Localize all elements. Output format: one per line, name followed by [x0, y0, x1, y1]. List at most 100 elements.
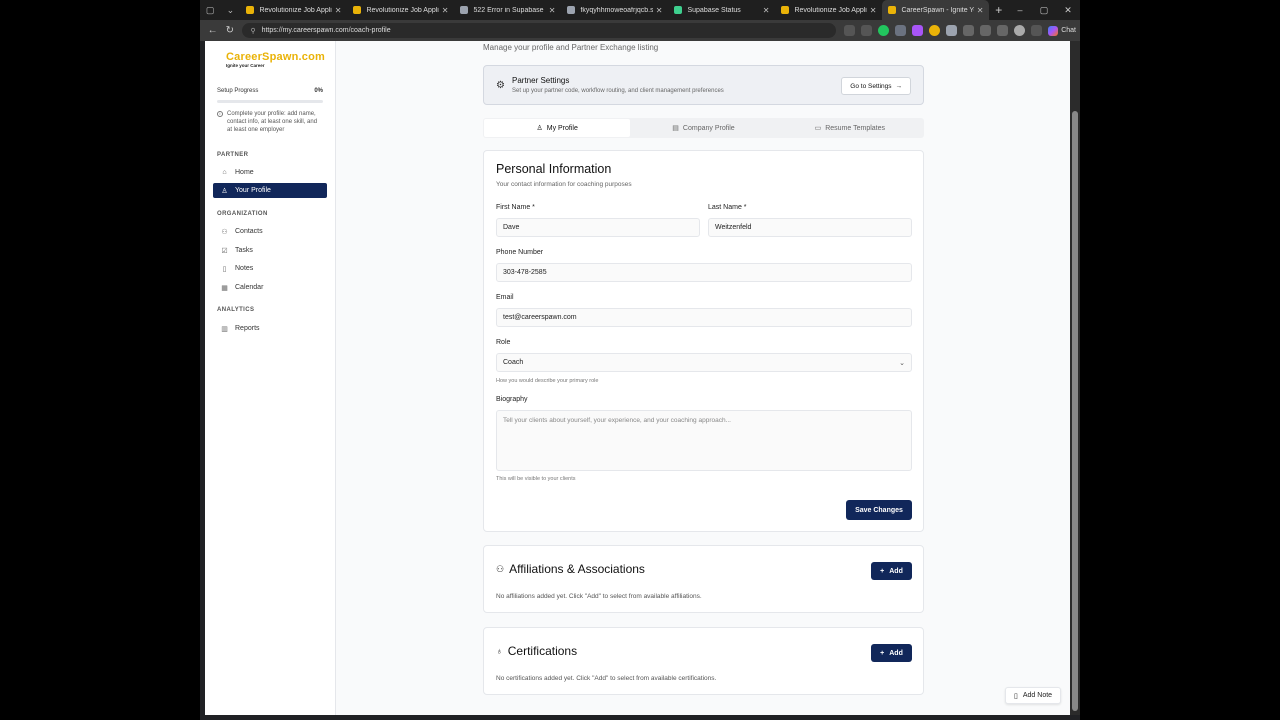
tab-title: CareerSpawn - Ignite Your S — [901, 6, 974, 14]
section-label-organization: ORGANIZATION — [217, 211, 268, 217]
browser-tab[interactable]: 522 Error in Supabase ✕ — [454, 0, 561, 20]
scrollbar-thumb[interactable] — [1072, 111, 1078, 711]
note-icon: ▯ — [1014, 692, 1018, 700]
users-icon: ⚇ — [221, 228, 228, 236]
tab-title: Revolutionize Job Applicatio — [366, 6, 439, 14]
close-tab-icon[interactable]: ✕ — [763, 6, 770, 15]
browser-tab[interactable]: Supabase Status ✕ — [668, 0, 775, 20]
last-name-field[interactable]: Weitzenfeld — [708, 218, 912, 237]
avatar[interactable] — [1014, 25, 1026, 36]
collections-icon[interactable] — [997, 25, 1009, 36]
building-icon: ▤ — [672, 125, 679, 132]
gear-icon: ⚙ — [496, 80, 505, 91]
page-viewport: CareerSpawn.com Ignite your Career Setup… — [205, 41, 1070, 715]
address-bar[interactable]: ⚲ https://my.careerspawn.com/coach-profi… — [242, 23, 837, 38]
biography-textarea[interactable]: Tell your clients about yourself, your e… — [496, 410, 912, 471]
arrow-right-icon: → — [895, 82, 903, 90]
first-name-field[interactable]: Dave — [496, 218, 700, 237]
section-label-partner: PARTNER — [217, 152, 249, 158]
sidebar-item-reports[interactable]: ▥ Reports — [213, 321, 327, 336]
users-icon: ⚇ — [496, 563, 505, 574]
affiliations-card: ⚇ Affiliations & Associations + Add No a… — [483, 545, 924, 613]
close-tab-icon[interactable]: ✕ — [549, 6, 556, 15]
extension-icon[interactable] — [878, 25, 890, 36]
favicon-icon — [567, 6, 576, 14]
tab-search-chevron-icon[interactable]: ⌄ — [220, 0, 240, 20]
window-controls: – ▢ ✕ — [1008, 5, 1080, 16]
browser-tab[interactable]: CareerSpawn - Ignite Your S✕ — [882, 0, 990, 20]
tab-title: 522 Error in Supabase — [473, 6, 544, 14]
browser-tab[interactable]: Revolutionize Job Applicatio✕ — [347, 0, 454, 20]
sidebar: CareerSpawn.com Ignite your Career Setup… — [205, 41, 336, 715]
tab-title: Revolutionize Job Applicatio — [794, 6, 867, 14]
favicon-icon — [460, 6, 469, 14]
minimize-icon[interactable]: – — [1008, 5, 1032, 16]
biography-help: This will be visible to your clients — [496, 476, 576, 482]
phone-field[interactable]: 303-478-2585 — [496, 263, 912, 282]
award-icon: ♁ — [496, 646, 503, 656]
sidebar-item-tasks[interactable]: ☑ Tasks — [213, 243, 327, 258]
close-tab-icon[interactable]: ✕ — [977, 6, 984, 15]
close-tab-icon[interactable]: ✕ — [656, 6, 663, 15]
favorites-icon[interactable] — [980, 25, 992, 36]
maximize-icon[interactable]: ▢ — [1032, 5, 1056, 16]
close-tab-icon[interactable]: ✕ — [442, 6, 449, 15]
profile-tabs: ♙ My Profile ▤ Company Profile ▭ Resume … — [483, 118, 924, 138]
add-affiliation-button[interactable]: + Add — [871, 562, 912, 580]
browser-tab[interactable]: Revolutionize Job Applicatio✕ — [240, 0, 347, 20]
biography-label: Biography — [496, 396, 528, 403]
extension-icon[interactable] — [929, 25, 941, 36]
extension-icon[interactable] — [895, 25, 907, 36]
page-subtitle: Manage your profile and Partner Exchange… — [483, 43, 659, 52]
close-tab-icon[interactable]: ✕ — [870, 6, 877, 15]
partner-settings-description: Set up your partner code, workflow routi… — [512, 88, 724, 94]
browser-tab[interactable]: Revolutionize Job Applicatio✕ — [775, 0, 882, 20]
browser-tab[interactable]: fkyqyhhmoweoafrjqcb.supa✕ — [561, 0, 668, 20]
add-note-button[interactable]: ▯ Add Note — [1005, 687, 1062, 704]
info-icon: i — [217, 111, 223, 117]
sync-icon[interactable] — [963, 25, 975, 36]
tab-my-profile[interactable]: ♙ My Profile — [484, 119, 631, 137]
site-info-icon[interactable]: ⚲ — [250, 27, 255, 35]
tab-strip: ▢ ⌄ Revolutionize Job Applicatio✕Revolut… — [200, 0, 1080, 20]
sidebar-item-contacts[interactable]: ⚇ Contacts — [213, 224, 327, 239]
favicon-icon — [888, 6, 897, 14]
tab-title: Supabase Status — [687, 6, 741, 14]
extension-icon[interactable] — [946, 25, 958, 36]
more-menu-icon[interactable] — [1031, 25, 1043, 36]
tab-actions-icon[interactable]: ▢ — [200, 0, 220, 20]
sidebar-item-home[interactable]: ⌂ Home — [213, 165, 327, 180]
key-icon[interactable] — [844, 25, 856, 36]
logo[interactable]: CareerSpawn.com Ignite your Career — [226, 51, 325, 68]
email-field[interactable]: test@careerspawn.com — [496, 308, 912, 327]
bar-chart-icon: ▥ — [221, 325, 228, 333]
certifications-empty: No certifications added yet. Click "Add"… — [496, 675, 717, 682]
chat-button[interactable]: Chat — [1048, 25, 1076, 36]
star-icon[interactable] — [861, 25, 873, 36]
partner-settings-card: ⚙ Partner Settings Set up your partner c… — [483, 65, 924, 105]
tab-resume-templates[interactable]: ▭ Resume Templates — [777, 119, 923, 137]
personal-info-subtitle: Your contact information for coaching pu… — [496, 181, 632, 188]
home-icon: ⌂ — [222, 169, 227, 176]
affiliations-empty: No affiliations added yet. Click "Add" t… — [496, 593, 702, 600]
sidebar-item-profile[interactable]: ♙ Your Profile — [213, 183, 327, 198]
back-icon[interactable]: ← — [204, 25, 221, 36]
sidebar-item-calendar[interactable]: ▦ Calendar — [213, 280, 327, 295]
setup-progress: Setup Progress 0% i Complete your profil… — [217, 88, 323, 134]
save-changes-button[interactable]: Save Changes — [846, 500, 912, 520]
add-certification-button[interactable]: + Add — [871, 644, 912, 662]
new-tab-button[interactable]: + — [989, 3, 1008, 17]
sidebar-item-notes[interactable]: ▯ Notes — [213, 261, 327, 276]
certifications-heading: ♁ Certifications — [496, 644, 578, 658]
email-label: Email — [496, 294, 514, 301]
role-select[interactable]: Coach ⌄ — [496, 353, 912, 372]
close-tab-icon[interactable]: ✕ — [335, 6, 342, 15]
tab-company-profile[interactable]: ▤ Company Profile — [630, 119, 776, 137]
extension-icon[interactable] — [912, 25, 924, 36]
reload-icon[interactable]: ↻ — [221, 25, 238, 36]
page-scrollbar[interactable] — [1070, 41, 1080, 715]
go-to-settings-button[interactable]: Go to Settings → — [841, 77, 911, 95]
close-window-icon[interactable]: ✕ — [1056, 5, 1080, 16]
browser-window: ▢ ⌄ Revolutionize Job Applicatio✕Revolut… — [200, 0, 1080, 720]
setup-hint: Complete your profile: add name, contact… — [227, 111, 318, 133]
